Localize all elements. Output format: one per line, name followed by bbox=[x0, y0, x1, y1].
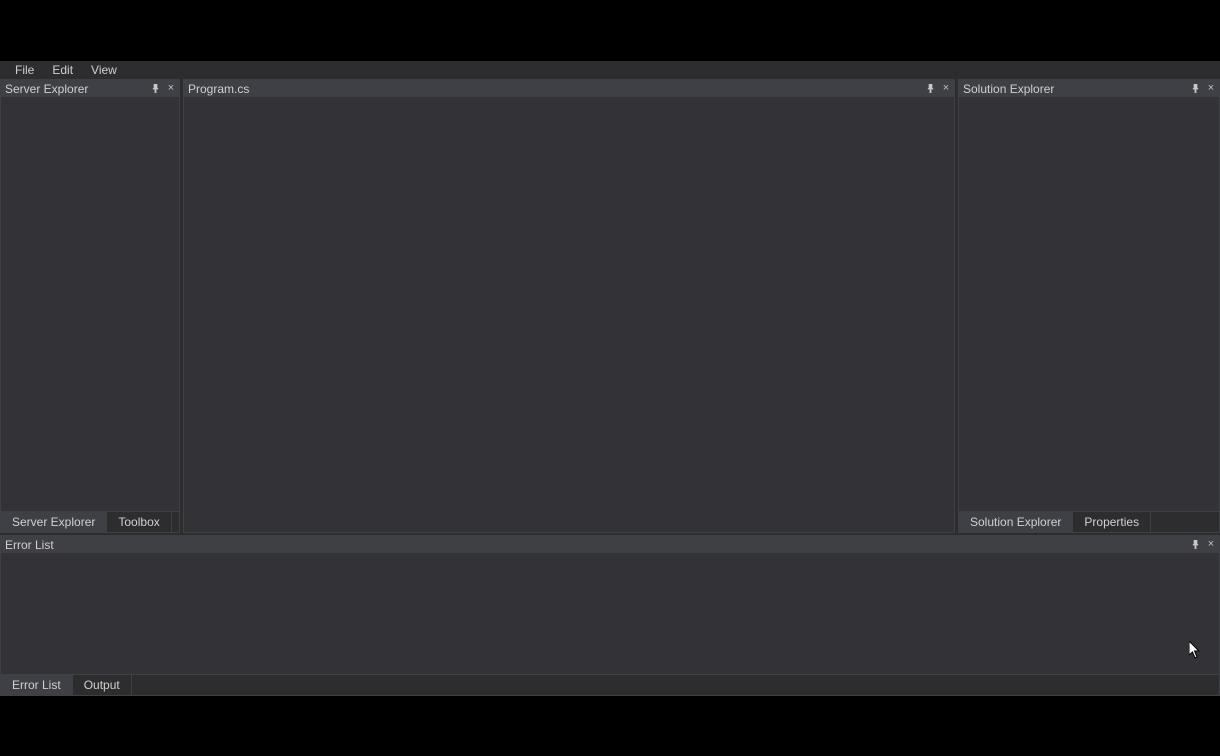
ide-window: File Edit View Server Explorer × Server … bbox=[0, 61, 1220, 696]
solution-explorer-content bbox=[959, 97, 1219, 511]
editor-tab-title: Program.cs bbox=[188, 82, 249, 96]
panel-title: Error List bbox=[5, 538, 54, 552]
menu-bar: File Edit View bbox=[0, 61, 1220, 79]
tab-toolbox[interactable]: Toolbox bbox=[107, 512, 171, 532]
tab-error-list[interactable]: Error List bbox=[1, 675, 73, 695]
server-explorer-titlebar[interactable]: Server Explorer × bbox=[1, 80, 179, 97]
right-panel-tabs: Solution Explorer Properties bbox=[959, 511, 1219, 532]
pin-icon[interactable] bbox=[922, 81, 938, 97]
top-dock-row: Server Explorer × Server Explorer Toolbo… bbox=[0, 79, 1220, 533]
pin-icon[interactable] bbox=[147, 81, 163, 97]
panel-title: Solution Explorer bbox=[963, 82, 1054, 96]
editor-content[interactable] bbox=[184, 97, 954, 532]
close-icon[interactable]: × bbox=[1203, 537, 1219, 553]
editor-titlebar[interactable]: Program.cs × bbox=[184, 80, 954, 97]
solution-explorer-titlebar[interactable]: Solution Explorer × bbox=[959, 80, 1219, 97]
error-list-content bbox=[1, 553, 1219, 674]
tab-server-explorer[interactable]: Server Explorer bbox=[1, 512, 107, 532]
server-explorer-panel: Server Explorer × Server Explorer Toolbo… bbox=[0, 79, 180, 533]
menu-edit[interactable]: Edit bbox=[43, 62, 82, 78]
close-icon[interactable]: × bbox=[163, 81, 179, 97]
pin-icon[interactable] bbox=[1187, 537, 1203, 553]
editor-panel: Program.cs × bbox=[183, 79, 955, 533]
left-panel-tabs: Server Explorer Toolbox bbox=[1, 511, 179, 532]
menu-file[interactable]: File bbox=[6, 62, 43, 78]
tab-output[interactable]: Output bbox=[73, 675, 132, 695]
error-list-panel: Error List × Error List Output bbox=[0, 535, 1220, 696]
bottom-panel-tabs: Error List Output bbox=[1, 674, 1219, 695]
close-icon[interactable]: × bbox=[1203, 81, 1219, 97]
server-explorer-content bbox=[1, 97, 179, 511]
solution-explorer-panel: Solution Explorer × Solution Explorer Pr… bbox=[958, 79, 1220, 533]
pin-icon[interactable] bbox=[1187, 81, 1203, 97]
close-icon[interactable]: × bbox=[938, 81, 954, 97]
bottom-dock-row: Error List × Error List Output bbox=[0, 535, 1220, 696]
tab-solution-explorer[interactable]: Solution Explorer bbox=[959, 512, 1073, 532]
error-list-titlebar[interactable]: Error List × bbox=[1, 536, 1219, 553]
menu-view[interactable]: View bbox=[82, 62, 126, 78]
tab-properties[interactable]: Properties bbox=[1073, 512, 1151, 532]
panel-title: Server Explorer bbox=[5, 82, 88, 96]
